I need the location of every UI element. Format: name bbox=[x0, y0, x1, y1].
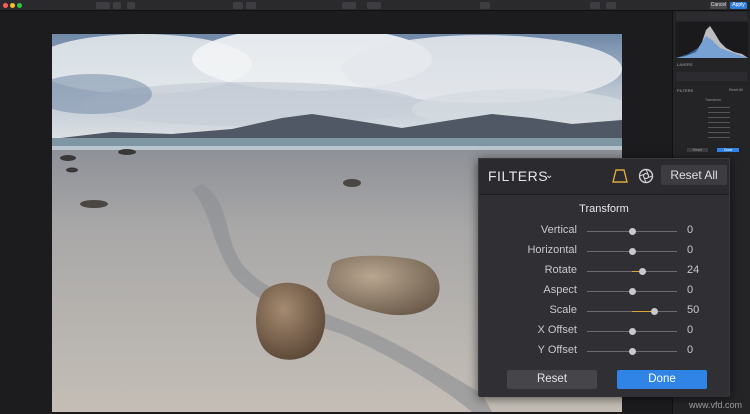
mini-slider[interactable] bbox=[708, 117, 730, 118]
slider-row-scale: Scale 50 bbox=[479, 301, 729, 321]
crop-button[interactable] bbox=[480, 2, 490, 9]
slider-label: Aspect bbox=[543, 284, 577, 296]
slider-knob[interactable] bbox=[651, 308, 658, 315]
mini-slider[interactable] bbox=[708, 122, 730, 123]
zoom-window-button[interactable] bbox=[17, 3, 22, 8]
view-mode-button[interactable] bbox=[113, 2, 121, 9]
info-button[interactable] bbox=[127, 2, 135, 9]
filters-panel: FILTERS ⌄ Reset All Transform Vertical 0… bbox=[478, 158, 730, 397]
slider-knob[interactable] bbox=[628, 228, 636, 235]
transform-mini-title: Transform bbox=[705, 98, 721, 102]
minimize-window-button[interactable] bbox=[10, 3, 15, 8]
slider-value: 0 bbox=[687, 324, 694, 336]
mini-slider[interactable] bbox=[708, 112, 730, 113]
cancel-button[interactable]: Cancel bbox=[710, 2, 727, 9]
section-title: Transform bbox=[579, 203, 629, 215]
panel-toggle-button[interactable] bbox=[590, 2, 600, 9]
slider-label: X Offset bbox=[537, 324, 577, 336]
mini-done-button[interactable]: Done bbox=[717, 148, 740, 152]
slider-value: 0 bbox=[687, 284, 694, 296]
filters-label[interactable]: FILTERS bbox=[677, 88, 693, 93]
slider-row-rotate: Rotate 24 bbox=[479, 261, 729, 281]
slider-value: 0 bbox=[687, 344, 694, 356]
slider-knob[interactable] bbox=[628, 248, 636, 255]
slider-value: 24 bbox=[687, 264, 700, 276]
side-panel-toolbar bbox=[676, 12, 747, 21]
mini-slider[interactable] bbox=[708, 127, 730, 128]
slider-value: 0 bbox=[687, 244, 694, 256]
slider-row-vertical: Vertical 0 bbox=[479, 221, 729, 241]
mask-button[interactable] bbox=[367, 2, 381, 9]
mini-reset-button[interactable]: Reset bbox=[687, 148, 709, 152]
slider-label: Scale bbox=[549, 304, 577, 316]
watermark: www.vfd.com bbox=[688, 400, 742, 410]
top-toolbar: Cancel Apply bbox=[0, 0, 750, 11]
zoom-level-button[interactable] bbox=[96, 2, 110, 9]
compare-button[interactable] bbox=[342, 2, 356, 9]
mini-slider[interactable] bbox=[708, 137, 730, 138]
slider-row-aspect: Aspect 0 bbox=[479, 281, 729, 301]
slider-label: Vertical bbox=[540, 224, 577, 236]
slider-row-horizontal: Horizontal 0 bbox=[479, 241, 729, 261]
mini-slider[interactable] bbox=[708, 132, 730, 133]
done-button[interactable]: Done bbox=[617, 370, 707, 389]
mini-slider[interactable] bbox=[708, 107, 730, 108]
slider-row-y-offset: Y Offset 0 bbox=[479, 341, 729, 361]
close-window-button[interactable] bbox=[3, 3, 8, 8]
lens-correction-icon[interactable] bbox=[637, 167, 655, 185]
layer-item[interactable] bbox=[676, 72, 747, 81]
filters-header: FILTERS ⌄ Reset All bbox=[479, 159, 729, 195]
histogram bbox=[676, 22, 748, 58]
slider-knob[interactable] bbox=[628, 328, 636, 335]
apply-button[interactable]: Apply bbox=[730, 2, 747, 9]
slider-label: Y Offset bbox=[537, 344, 577, 356]
slider-label: Rotate bbox=[544, 264, 577, 276]
slider-knob[interactable] bbox=[628, 288, 636, 295]
reset-all-button[interactable]: Reset All bbox=[661, 165, 727, 185]
slider-value: 50 bbox=[687, 304, 700, 316]
slider-knob[interactable] bbox=[628, 348, 636, 355]
undo-button[interactable] bbox=[233, 2, 243, 9]
reset-button[interactable]: Reset bbox=[507, 370, 597, 389]
slider-label: Horizontal bbox=[527, 244, 577, 256]
transform-icon[interactable] bbox=[611, 167, 629, 185]
slider-knob[interactable] bbox=[639, 268, 647, 275]
preview-toggle-button[interactable] bbox=[606, 2, 616, 9]
slider-row-x-offset: X Offset 0 bbox=[479, 321, 729, 341]
redo-button[interactable] bbox=[246, 2, 256, 9]
slider-value: 0 bbox=[687, 224, 694, 236]
layers-label[interactable]: LAYERS bbox=[677, 62, 693, 67]
chevron-down-icon[interactable]: ⌄ bbox=[545, 170, 553, 181]
filters-title[interactable]: FILTERS bbox=[488, 168, 548, 184]
transform-filter: Transform Vertical 0 Horizontal 0 Rotate… bbox=[479, 195, 729, 397]
reset-all-mini[interactable]: Reset All bbox=[729, 88, 743, 92]
